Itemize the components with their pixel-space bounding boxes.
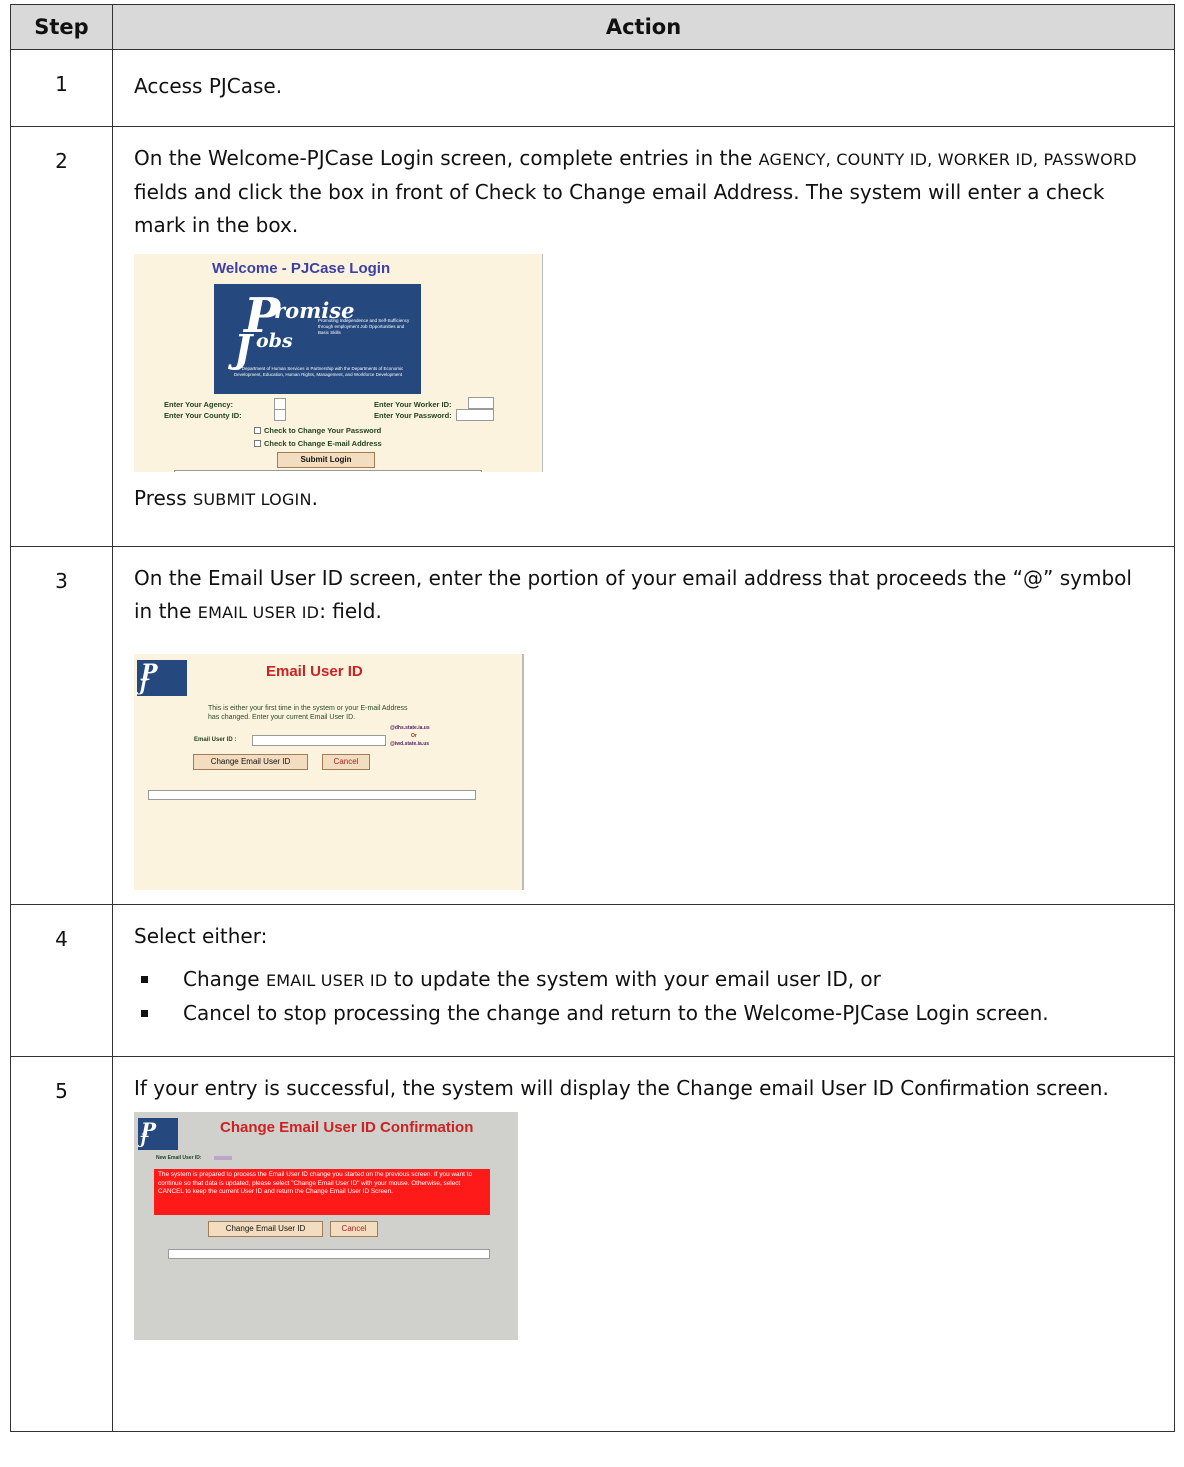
email-user-id-input[interactable] [252,735,386,746]
text-segment: Press [134,486,193,510]
confirmation-screenshot: P J Change Email User ID Confirmation Ne… [134,1112,518,1340]
confirmation-warning: The system is prepared to process the Em… [154,1169,490,1215]
step-number: 3 [10,546,113,905]
email-info-text: This is either your first time in the sy… [208,705,408,721]
login-title: Welcome - PJCase Login [212,260,391,277]
logo-footer: The Department of Human Services in Part… [232,366,404,377]
field-name: EMAIL USER ID [265,971,388,990]
step-number: 4 [10,904,113,1057]
table-row: 2 On the Welcome-PJCase Login screen, co… [10,126,1175,547]
status-bar [148,790,476,800]
table-row: 4 Select either: Change EMAIL USER ID to… [10,904,1175,1057]
agency-label: Enter Your Agency: [164,400,234,409]
password-input[interactable] [456,409,494,421]
worker-label: Enter Your Worker ID: [374,400,452,409]
action-text: Access PJCase. [134,74,283,98]
status-bar [168,1249,490,1259]
cancel-button[interactable]: Cancel [330,1221,378,1237]
text-segment: Cancel to stop processing the change and… [183,1001,1049,1025]
change-password-checkbox[interactable] [254,427,261,434]
action-cell: Access PJCase. [112,49,1175,127]
submit-login-button[interactable]: Submit Login [277,452,375,468]
action-cell: On the Email User ID screen, enter the p… [112,546,1175,905]
new-email-user-id-label: New Email User ID: [156,1155,202,1161]
change-email-user-id-button[interactable]: Change Email User ID [193,754,308,770]
action-cell: If your entry is successful, the system … [112,1056,1175,1432]
email-user-id-label: Email User ID : [194,737,237,743]
table-row: 1 Access PJCase. [10,49,1175,127]
domain-iwd: @iwd.state.ia.us [390,741,430,747]
action-text: On the Email User ID screen, enter the p… [134,562,1154,629]
cancel-button[interactable]: Cancel [322,754,370,770]
step-number: 2 [10,126,113,547]
action-text: Select either: [134,924,268,948]
procedure-table: Step Action 1 Access PJCase. 2 On the We… [10,4,1175,1432]
change-password-label: Check to Change Your Password [264,426,382,435]
table-row: 3 On the Email User ID screen, enter the… [10,546,1175,905]
new-email-user-id-value [214,1156,232,1160]
status-bar [174,470,482,472]
change-email-label: Check to Change E-mail Address [264,439,382,448]
confirmation-title: Change Email User ID Confirmation [220,1119,474,1136]
table-header-row: Step Action [10,4,1175,50]
logo-word2: obs [256,330,293,352]
action-text: Press SUBMIT LOGIN. [134,482,1154,516]
header-action: Action [112,4,1175,50]
list-item: Change EMAIL USER ID to update the syste… [141,963,1154,997]
action-text: If your entry is successful, the system … [134,1076,1109,1100]
promise-jobs-small-logo: P J [137,660,187,696]
county-input[interactable] [274,409,286,421]
logo-tagline: Promoting Independence and Self-Sufficie… [318,318,410,335]
step-number: 5 [10,1056,113,1432]
text-segment: Change [183,967,266,991]
action-cell: On the Welcome-PJCase Login screen, comp… [112,126,1175,547]
login-screenshot: Welcome - PJCase Login P romise J obs Pr… [134,254,543,472]
change-email-user-id-button[interactable]: Change Email User ID [208,1221,323,1237]
field-names: AGENCY, COUNTY ID, WORKER ID, PASSWORD [758,150,1137,169]
text-segment: to update the system with your email use… [387,967,881,991]
field-name: EMAIL USER ID [197,603,320,622]
worker-input[interactable] [468,397,494,409]
text-segment: . [311,486,319,510]
header-step: Step [10,4,113,50]
email-title: Email User ID [266,663,363,680]
options-list: Change EMAIL USER ID to update the syste… [134,963,1154,1030]
password-label: Enter Your Password: [374,411,452,420]
county-label: Enter Your County ID: [164,411,242,420]
step-number: 1 [10,49,113,127]
promise-jobs-small-logo: P J [138,1118,178,1150]
action-text: On the Welcome-PJCase Login screen, comp… [134,142,1154,242]
text-segment: On the Welcome-PJCase Login screen, comp… [134,146,759,170]
domain-dhs: @dhs.state.ia.us [390,725,430,731]
list-item: Cancel to stop processing the change and… [141,997,1154,1030]
email-user-id-screenshot: P J Email User ID This is either your fi… [134,654,524,890]
change-email-checkbox[interactable] [254,440,261,447]
table-row: 5 If your entry is successful, the syste… [10,1056,1175,1432]
action-cell: Select either: Change EMAIL USER ID to u… [112,904,1175,1057]
button-name: SUBMIT LOGIN [193,490,312,509]
text-segment: fields and click the box in front of Che… [134,180,1105,237]
promise-jobs-logo: P romise J obs Promoting Independence an… [214,284,421,394]
text-segment: : field. [319,599,382,623]
domain-or: Or [411,733,417,739]
